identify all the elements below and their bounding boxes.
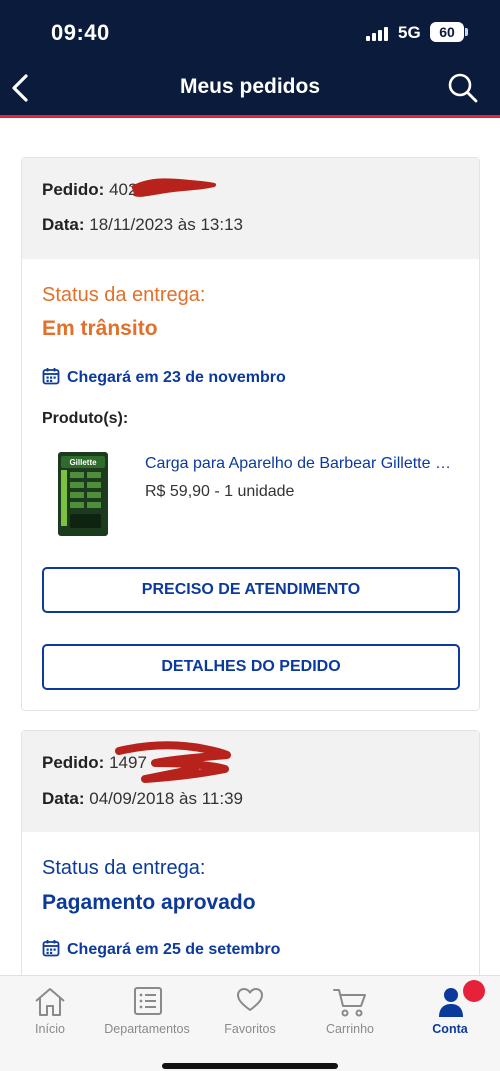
date-value: 04/09/2018 às 11:39 [89,789,244,808]
redaction-scribble [115,741,231,783]
delivery-status-value: Em trânsito [42,317,158,340]
network-type: 5G [398,23,421,42]
header-accent-line [0,115,500,118]
date-label: Data: [42,215,85,234]
search-button[interactable] [447,72,479,104]
order-card: Pedido: 4021 Data: 18/11/2023 às 13:13 S… [21,157,480,711]
heart-icon [237,988,263,1011]
user-icon [439,988,463,1017]
brand-logo-text: Gillette [69,458,97,467]
list-icon [134,987,162,1015]
arrival-text: Chegará em 25 de setembro [67,941,281,958]
nav-label: Carrinho [326,1022,374,1036]
order-card: Pedido: 1497 Data: 04/09/2018 às 11:39 S… [21,730,480,992]
product-name-link[interactable]: Carga para Aparelho de Barbear Gillette … [145,455,463,473]
nav-label: Favoritos [224,1022,276,1036]
notification-badge [463,980,485,1002]
order-date: Data: 04/09/2018 às 11:39 [42,789,243,809]
date-value: 18/11/2023 às 13:13 [89,215,244,234]
battery-icon: 60 [430,22,464,42]
delivery-status-label: Status da entrega: [42,284,206,306]
redaction-scribble [131,178,216,197]
cart-icon [333,989,366,1017]
order-details-button[interactable]: DETALHES DO PEDIDO [42,644,460,690]
signal-icon [366,27,392,41]
order-label: Pedido: [42,180,105,199]
order-card-header [22,731,479,832]
delivery-status-label: Status da entrega: [42,857,206,879]
home-icon [35,988,65,1016]
page-title: Meus pedidos [179,75,321,98]
arrival-estimate: Chegará em 23 de novembro [42,367,286,387]
delivery-status-value: Pagamento aprovado [42,891,256,914]
home-indicator[interactable] [162,1063,338,1069]
search-icon [448,73,478,103]
calendar-icon [42,940,60,957]
nav-label: Conta [432,1022,468,1036]
arrival-text: Chegará em 23 de novembro [67,369,286,386]
nav-label: Início [35,1022,65,1036]
razor-pack-image: Gillette [58,452,108,536]
date-label: Data: [42,789,85,808]
app-header: 09:40 5G 60 Meus pedidos [0,0,500,115]
status-time: 09:40 [51,20,110,45]
calendar-icon [42,368,60,385]
order-date: Data: 18/11/2023 às 13:13 [42,215,243,235]
order-card-header [22,158,479,259]
order-label: Pedido: [42,753,105,772]
battery-tip [465,28,468,36]
product-price: R$ 59,90 - 1 unidade [145,483,295,500]
product-thumbnail[interactable]: Gillette [58,452,108,536]
need-support-button[interactable]: PRECISO DE ATENDIMENTO [42,567,460,613]
arrival-estimate: Chegará em 25 de setembro [42,939,280,959]
products-label: Produto(s): [42,410,129,427]
bottom-navigation: Início Departamentos Favoritos Carrinho … [0,975,500,1071]
nav-label: Departamentos [104,1022,190,1036]
